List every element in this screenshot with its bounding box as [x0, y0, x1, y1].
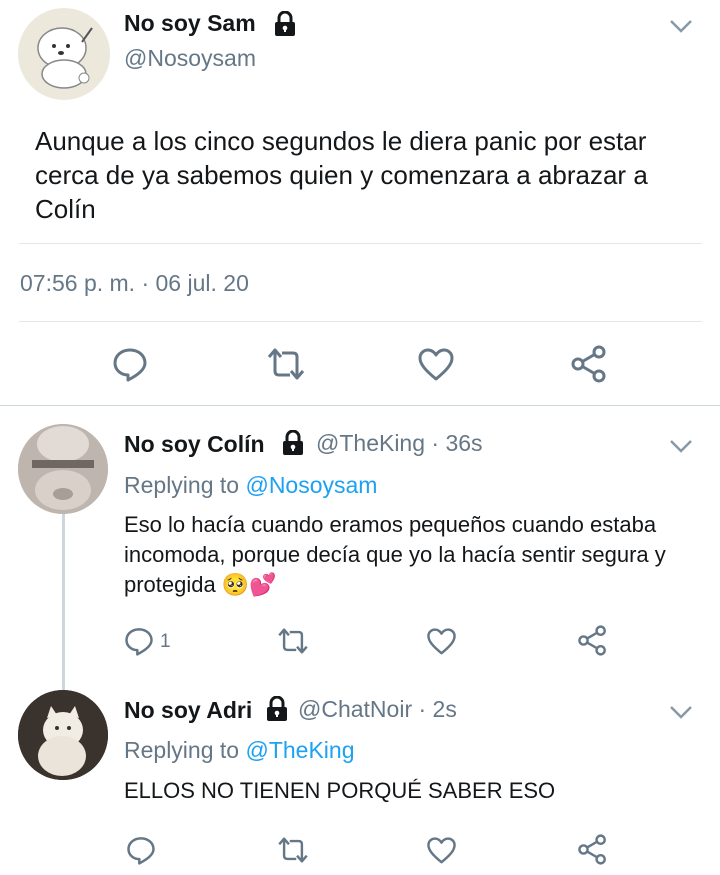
reply-time: · 36s — [431, 430, 483, 456]
author-handle[interactable]: @TheKing · 36s — [316, 430, 483, 457]
author-name[interactable]: No soy Sam — [124, 10, 256, 37]
share-icon[interactable] — [570, 345, 608, 383]
tweet-timestamp[interactable]: 07:56 p. m. · 06 jul. 20 — [20, 270, 249, 297]
chevron-down-icon[interactable] — [668, 16, 694, 41]
replying-to: Replying to @Nosoysam — [124, 472, 377, 499]
author-name[interactable]: No soy Colín — [124, 431, 265, 458]
replying-to: Replying to @TheKing — [124, 737, 354, 764]
share-icon[interactable] — [577, 625, 608, 656]
handle-text[interactable]: @ChatNoir — [298, 696, 412, 722]
like-icon[interactable] — [417, 347, 455, 381]
avatar-adri[interactable] — [18, 690, 108, 780]
chevron-down-icon[interactable] — [668, 702, 694, 727]
author-name[interactable]: No soy Adri — [124, 697, 252, 724]
author-handle[interactable]: @ChatNoir · 2s — [298, 696, 457, 723]
reply-icon[interactable] — [124, 626, 154, 656]
replying-to-handle[interactable]: @Nosoysam — [245, 472, 377, 498]
avatar-sam[interactable] — [18, 8, 110, 100]
author-handle[interactable]: @Nosoysam — [124, 45, 256, 72]
reply-icon[interactable] — [112, 346, 148, 382]
avatar-colin[interactable] — [18, 424, 108, 514]
reply-time: · 2s — [418, 696, 457, 722]
lock-icon — [272, 10, 298, 42]
tweet-text: Aunque a los cinco segundos le diera pan… — [35, 126, 648, 224]
handle-text[interactable]: @TheKing — [316, 430, 425, 456]
divider — [19, 321, 702, 322]
section-divider — [0, 405, 720, 406]
replying-to-label: Replying to — [124, 472, 240, 498]
divider — [19, 243, 702, 244]
reply-icon[interactable] — [126, 835, 156, 865]
like-icon[interactable] — [426, 627, 457, 655]
share-icon[interactable] — [577, 834, 608, 865]
chevron-down-icon[interactable] — [668, 436, 694, 461]
lock-icon — [264, 695, 290, 727]
like-icon[interactable] — [426, 836, 457, 864]
replying-to-label: Replying to — [124, 737, 240, 763]
retweet-icon[interactable] — [276, 627, 310, 655]
thread-line — [62, 514, 65, 690]
retweet-icon[interactable] — [276, 836, 310, 864]
reply-text: Eso lo hacía cuando eramos pequeños cuan… — [124, 512, 666, 597]
reply-count: 1 — [160, 631, 171, 652]
replying-to-handle[interactable]: @TheKing — [245, 737, 354, 763]
reply-text: ELLOS NO TIENEN PORQUÉ SABER ESO — [124, 778, 556, 803]
lock-icon — [280, 429, 306, 461]
retweet-icon[interactable] — [265, 347, 307, 381]
